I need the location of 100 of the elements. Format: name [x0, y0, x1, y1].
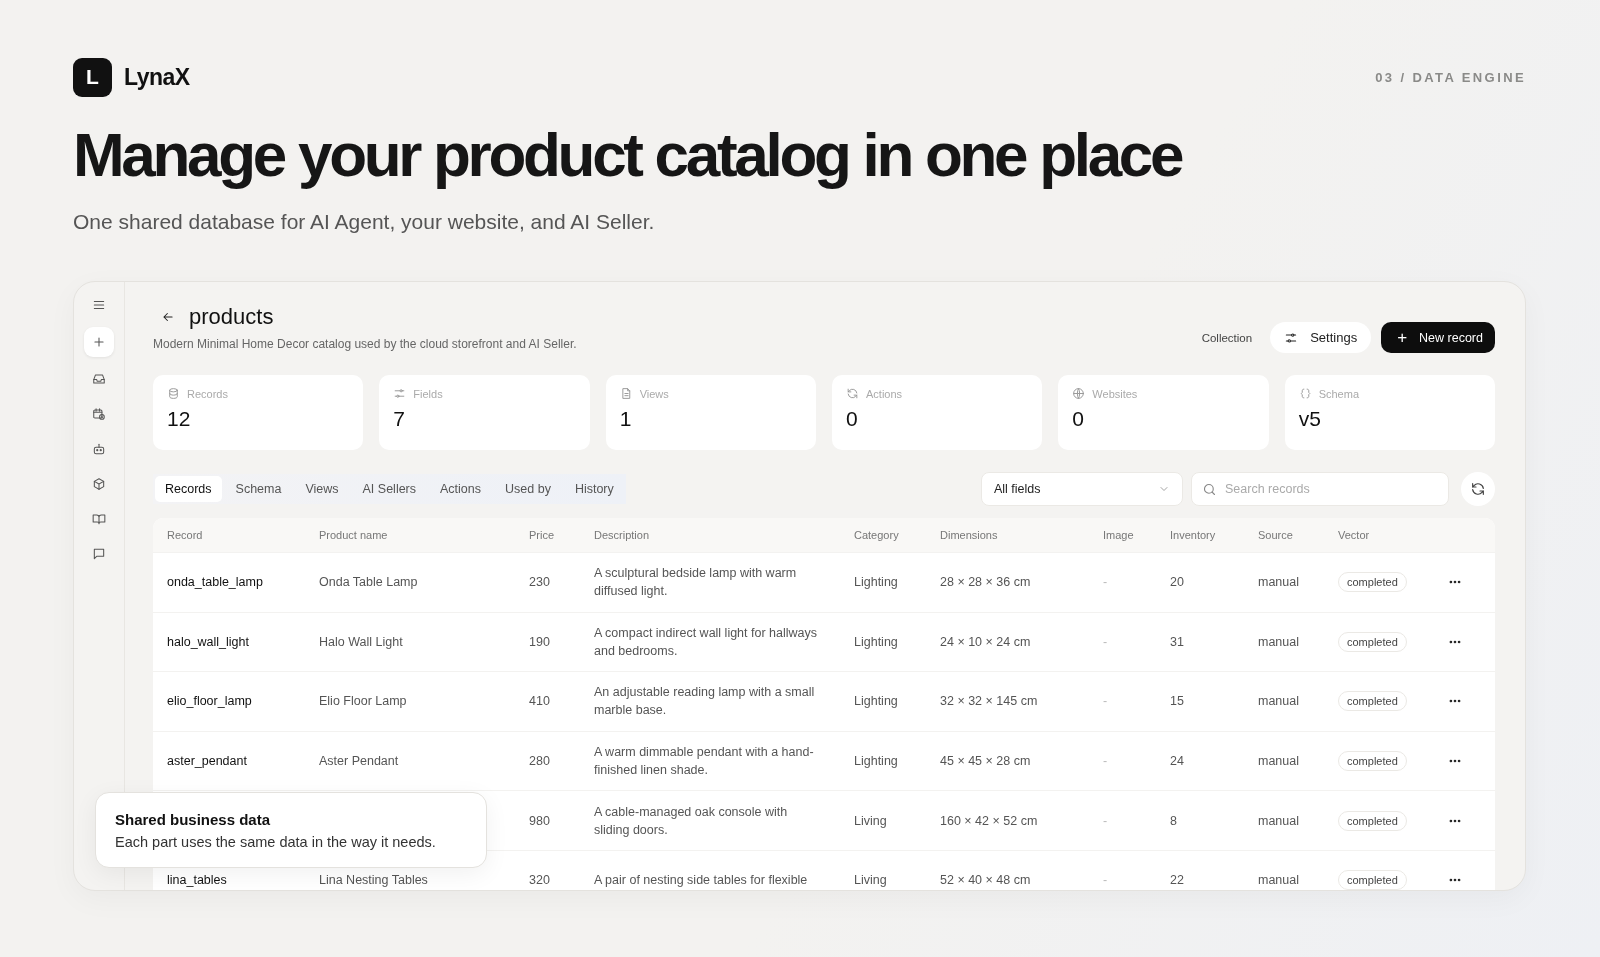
- table-cell: 8: [1170, 813, 1177, 828]
- column-header: Dimensions: [940, 529, 999, 541]
- column-header: Vector: [1338, 529, 1371, 541]
- collection-description: Modern Minimal Home Decor catalog used by the cloud storefront and AI Seller.: [153, 336, 577, 353]
- column-header: Record: [167, 529, 204, 541]
- tab[interactable]: AI Sellers: [352, 476, 427, 502]
- column-header: Description: [594, 529, 651, 541]
- stat-value: 0: [846, 407, 859, 431]
- stat-label: Actions: [866, 387, 903, 400]
- table-cell: -: [1103, 575, 1108, 590]
- table-cell: -: [1103, 754, 1108, 769]
- stat-value: 12: [167, 407, 192, 431]
- stat-label: Records: [187, 387, 228, 400]
- sliders-icon: [393, 387, 407, 400]
- table-cell: 24 × 10 × 24 cm: [940, 634, 1031, 649]
- stat-value: v5: [1298, 407, 1322, 431]
- column-header: Product name: [319, 529, 389, 541]
- table-cell: manual: [1258, 694, 1299, 709]
- tab[interactable]: Actions: [430, 476, 492, 502]
- callout-title: Shared business data: [115, 811, 272, 828]
- table-cell: 15: [1170, 694, 1184, 709]
- calendar-icon[interactable]: [92, 407, 106, 421]
- menu-icon[interactable]: [92, 298, 106, 312]
- table-cell: 410: [529, 694, 550, 709]
- table-cell: 160 × 42 × 52 cm: [940, 813, 1038, 828]
- table-cell: A warm dimmable pendant with a hand-finished linen shade.: [594, 745, 814, 778]
- headline: Manage your product catalog in one place: [73, 119, 1183, 191]
- refresh-icon[interactable]: [1461, 472, 1495, 506]
- table-cell: A cable-managed oak console with sliding doors.: [594, 804, 788, 837]
- table-cell: Lighting: [854, 754, 898, 769]
- field-dropdown[interactable]: All fields: [981, 472, 1183, 506]
- table-cell: Halo Wall Light: [319, 634, 403, 649]
- table-cell: lina_tables: [167, 873, 227, 888]
- stat-label: Schema: [1318, 387, 1359, 400]
- tab[interactable]: Used by: [495, 476, 561, 502]
- table-cell: halo_wall_light: [167, 634, 249, 649]
- table-cell: elio_floor_lamp: [167, 694, 252, 709]
- stat-value: 1: [619, 407, 633, 431]
- table-cell: 32 × 32 × 145 cm: [940, 694, 1038, 709]
- column-header: Image: [1103, 529, 1135, 541]
- stat-value: 0: [1072, 407, 1085, 431]
- table-cell: Lina Nesting Tables: [319, 873, 428, 888]
- table-cell: -: [1103, 873, 1108, 888]
- cube-icon[interactable]: [92, 477, 106, 491]
- table-cell: 280: [529, 754, 550, 769]
- back-icon[interactable]: [161, 310, 175, 324]
- database-icon: [167, 387, 180, 400]
- table-cell: Aster Pendant: [319, 754, 399, 769]
- table-cell: 190: [529, 634, 550, 649]
- book-icon[interactable]: [92, 512, 106, 526]
- stat-value: 7: [393, 407, 406, 431]
- table-cell: manual: [1258, 813, 1299, 828]
- logo: L: [73, 57, 112, 97]
- table-cell: 980: [529, 813, 550, 828]
- tab[interactable]: Records: [155, 476, 222, 502]
- new-record-button[interactable]: + New record: [1381, 322, 1495, 353]
- table-cell: aster_pendant: [167, 754, 247, 769]
- table-cell: manual: [1258, 873, 1299, 888]
- column-header: Inventory: [1170, 529, 1217, 541]
- table-cell: Living: [854, 873, 887, 888]
- table-cell: A compact indirect wall light for hallways and bedrooms.: [594, 625, 817, 658]
- braces-icon: [1298, 387, 1312, 400]
- tab[interactable]: Views: [295, 476, 349, 502]
- table-cell: Lighting: [854, 694, 898, 709]
- table-cell: Living: [854, 813, 887, 828]
- table-cell: 28 × 28 × 36 cm: [940, 575, 1031, 590]
- table-cell: 20: [1170, 575, 1184, 590]
- table-cell: manual: [1258, 634, 1299, 649]
- search-field[interactable]: Search records: [1191, 472, 1449, 506]
- tab[interactable]: History: [564, 476, 624, 502]
- table-cell: manual: [1258, 575, 1299, 590]
- robot-icon[interactable]: [92, 442, 106, 456]
- settings-button[interactable]: Settings: [1270, 322, 1372, 353]
- inbox-icon[interactable]: [92, 372, 106, 386]
- column-header: Price: [529, 529, 556, 541]
- tab[interactable]: Schema: [225, 476, 292, 502]
- table-cell: Onda Table Lamp: [319, 575, 418, 590]
- table-cell: An adjustable reading lamp with a small marble base.: [594, 685, 815, 718]
- refresh-icon: [846, 387, 859, 400]
- collection-link[interactable]: Collection: [1201, 331, 1253, 344]
- chat-icon[interactable]: [92, 547, 106, 561]
- search-icon: [1202, 482, 1217, 497]
- table-cell: manual: [1258, 754, 1299, 769]
- table-cell: Lighting: [854, 634, 898, 649]
- table-cell: A pair of nesting side tables for flexible: [594, 873, 808, 888]
- table-cell: -: [1103, 694, 1108, 709]
- table-cell: 24: [1170, 754, 1184, 769]
- collection-title: products: [189, 303, 274, 331]
- table-cell: Lighting: [854, 575, 898, 590]
- table-cell: 52 × 40 × 48 cm: [940, 873, 1031, 888]
- globe-icon: [1072, 387, 1086, 400]
- stat-label: Views: [639, 387, 669, 400]
- table-cell: -: [1103, 813, 1108, 828]
- column-header: Source: [1258, 529, 1294, 541]
- table-cell: A sculptural bedside lamp with warm diffused light.: [594, 566, 797, 599]
- brand-name: LynaX: [124, 63, 190, 91]
- table-cell: -: [1103, 634, 1108, 649]
- table-cell: 45 × 45 × 28 cm: [940, 754, 1031, 769]
- subheadline: One shared database for AI Agent, your website, and AI Seller.: [73, 209, 656, 235]
- table-cell: 230: [529, 575, 550, 590]
